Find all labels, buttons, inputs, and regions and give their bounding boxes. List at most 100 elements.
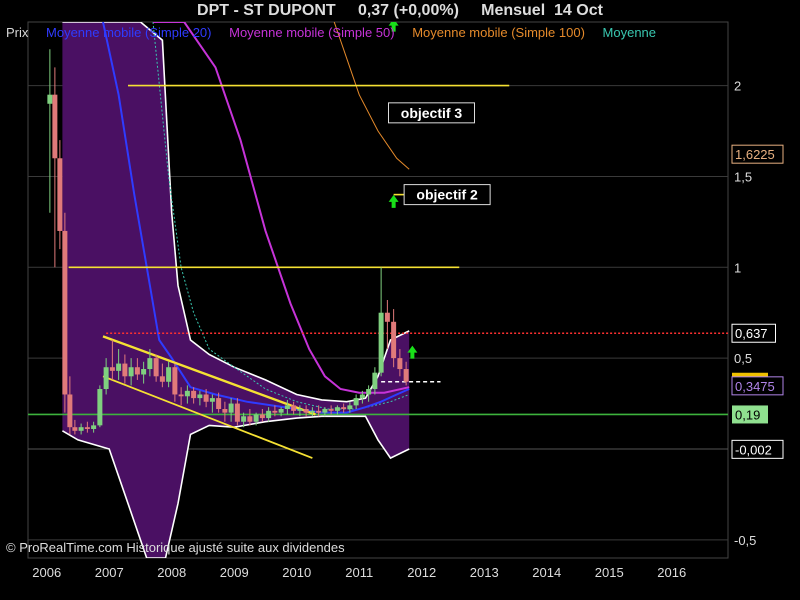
candle-body [209, 398, 215, 402]
candle-body [47, 94, 53, 104]
candle-body [316, 410, 322, 413]
annotation-label: objectif 3 [401, 105, 463, 121]
candle-body [178, 394, 184, 397]
candle-body [247, 416, 253, 422]
candle [97, 385, 103, 428]
candle-body [241, 416, 247, 422]
candle-body [72, 427, 78, 431]
candle-body [397, 358, 403, 370]
price-tag: 0,3475 [731, 376, 784, 396]
ma100-line [333, 22, 410, 170]
y-tick-label: 2 [734, 79, 741, 94]
candle-body [334, 407, 340, 411]
up-arrow-icon [388, 194, 399, 208]
candle-body [272, 410, 278, 413]
candle-body [403, 369, 409, 382]
candle-body [67, 394, 73, 428]
x-tick-label: 2013 [470, 565, 499, 580]
candle-body [341, 407, 347, 410]
candle-body [159, 376, 165, 382]
plot-area [28, 22, 728, 558]
candle-body [191, 390, 197, 399]
candle-body [103, 367, 109, 390]
candle-body [278, 409, 284, 413]
candle [47, 49, 53, 213]
x-tick-label: 2006 [32, 565, 61, 580]
price-tag: 0,19 [732, 405, 768, 424]
candle-body [359, 394, 365, 399]
price-chart[interactable]: objectif 3 objectif 2 2006 2007 2008 2009 2010… [0, 0, 800, 600]
copyright-note: © ProRealTime.com Historique ajusté suit… [6, 540, 345, 555]
candle-body [109, 367, 115, 371]
candle-body [259, 414, 265, 419]
candle-body [197, 394, 203, 399]
candle-body [391, 321, 397, 359]
candle-body [347, 405, 353, 410]
price-tag: -0,002 [731, 439, 784, 459]
annotation-label: objectif 2 [416, 187, 478, 203]
x-tick-label: 2007 [95, 565, 124, 580]
y-tick-label: 1,5 [734, 169, 752, 184]
candle-body [62, 230, 68, 395]
candle-body [366, 389, 372, 395]
x-tick-label: 2016 [657, 565, 686, 580]
price-tag-label: -0,002 [735, 442, 772, 457]
price-tag: 1,6225 [731, 144, 784, 164]
candle-body [122, 363, 128, 377]
candle-body [297, 409, 303, 411]
candle-body [57, 158, 63, 231]
annotation-box: objectif 2 [403, 184, 491, 206]
candle-body [303, 409, 309, 413]
y-tick-label: 0,5 [734, 351, 752, 366]
candle-body [234, 403, 240, 422]
candle-body [153, 358, 159, 377]
annotation-box: objectif 3 [388, 102, 475, 124]
candle [57, 140, 63, 250]
price-tag-label: 0,3475 [735, 379, 775, 394]
candle-body [222, 409, 228, 413]
candle-body [203, 394, 209, 402]
x-tick-label: 2014 [532, 565, 561, 580]
x-tick-label: 2015 [595, 565, 624, 580]
x-tick-label: 2010 [282, 565, 311, 580]
bollinger-band-fill [62, 22, 410, 558]
candle-body [147, 358, 153, 370]
candle-body [52, 94, 58, 159]
x-tick-label: 2008 [157, 565, 186, 580]
candle-body [78, 427, 84, 431]
candle-body [134, 367, 140, 375]
candle-body [91, 425, 97, 429]
candle-body [266, 410, 272, 419]
candle-body [384, 312, 390, 322]
candle-body [166, 367, 172, 382]
y-tick-label: 1 [734, 260, 741, 275]
candle [378, 267, 384, 377]
candle-body [84, 427, 90, 429]
legend-item-ma50: Moyenne mobile (Simple 50) [229, 25, 395, 40]
x-tick-label: 2012 [407, 565, 436, 580]
x-tick-label: 2009 [220, 565, 249, 580]
candle-body [116, 363, 122, 371]
candle-body [353, 398, 359, 406]
legend-item-price: Prix [6, 25, 29, 40]
price-tag-label: 0,19 [735, 407, 760, 422]
price-tag-label: 1,6225 [735, 147, 775, 162]
candle-body [309, 410, 315, 413]
candle-body [322, 409, 328, 413]
candle [62, 212, 68, 413]
candle-body [141, 369, 147, 375]
legend-item-ma-teal: Moyenne [602, 25, 657, 40]
candle-body [328, 409, 334, 411]
y-tick-label: -0,5 [734, 533, 756, 548]
candle-body [378, 312, 384, 373]
candle-body [97, 389, 103, 426]
candle-body [216, 398, 222, 410]
legend-item-ma20: Moyenne mobile (Simple 20) [46, 25, 212, 40]
candle-body [253, 414, 259, 422]
candle-body [284, 405, 290, 410]
candle-body [172, 367, 178, 395]
candle-body [372, 372, 378, 390]
candle-body [291, 405, 297, 411]
ma50-line [153, 22, 410, 394]
candle-body [128, 367, 134, 377]
